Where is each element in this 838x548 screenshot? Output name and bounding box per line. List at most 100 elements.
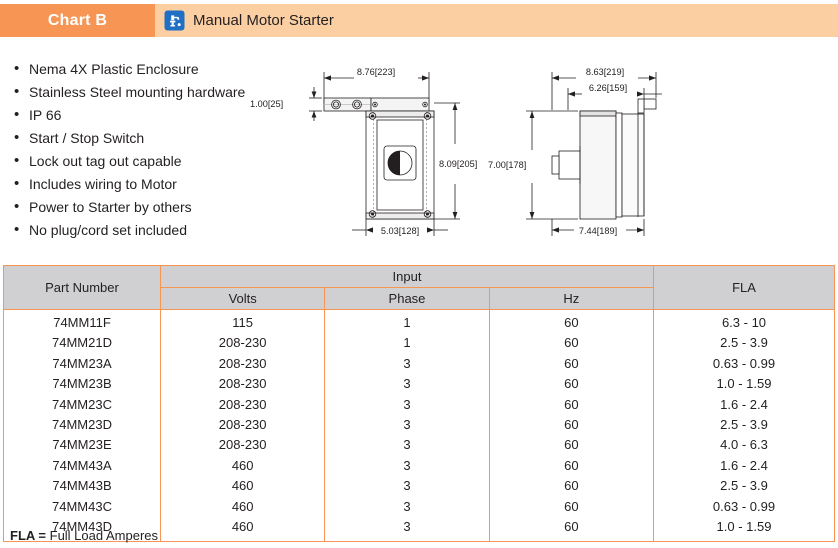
dimension-label-depth-lower: 7.44[189] [579, 226, 617, 236]
footnote: FLA = Full Load Amperes [10, 528, 158, 543]
cell-volts: 460 [159, 455, 326, 477]
column-header-fla: FLA [653, 265, 835, 310]
chart-tab: Chart B [0, 4, 155, 37]
table-row: 74MM23A 208-230 3 60 0.63 - 0.99 [3, 353, 835, 375]
cell-hz: 60 [488, 517, 655, 543]
cell-hz: 60 [488, 415, 655, 436]
cell-volts: 460 [159, 517, 326, 543]
table-row: 74MM23E 208-230 3 60 4.0 - 6.3 [3, 435, 835, 456]
table-row: 74MM43B 460 3 60 2.5 - 3.9 [3, 476, 835, 497]
chart-header-bar: Chart B Manual Motor Starter [0, 4, 838, 37]
table-row: 74MM21D 208-230 1 60 2.5 - 3.9 [3, 333, 835, 354]
cell-hz: 60 [488, 394, 655, 416]
cell-volts: 460 [159, 476, 326, 497]
front-view-drawing: 8.76[223] 1.00[25] 8.09[205] 5.03[128] [246, 58, 494, 238]
table-row: 74MM23B 208-230 3 60 1.0 - 1.59 [3, 374, 835, 395]
cell-fla: 1.6 - 2.4 [653, 455, 835, 477]
cell-phase: 3 [324, 374, 490, 395]
list-item: Lock out tag out capable [14, 149, 270, 173]
cell-hz: 60 [488, 435, 655, 456]
dimension-label-depth-overall: 8.63[219] [586, 67, 624, 77]
column-header-phase: Phase [324, 287, 490, 310]
feature-list: Nema 4X Plastic Enclosure Stainless Stee… [14, 57, 270, 242]
chart-tab-label: Chart B [47, 11, 108, 29]
cell-phase: 3 [324, 517, 490, 543]
cell-fla: 1.0 - 1.59 [653, 374, 835, 395]
cell-fla: 0.63 - 0.99 [653, 496, 835, 518]
column-header-volts: Volts [159, 287, 326, 310]
cell-phase: 3 [324, 476, 490, 497]
cell-volts: 208-230 [159, 394, 326, 416]
table-row: 74MM43A 460 3 60 1.6 - 2.4 [3, 455, 835, 477]
cell-part-number: 74MM23A [3, 353, 161, 375]
dimension-label-height-overall: 8.09[205] [439, 159, 477, 169]
cell-fla: 2.5 - 3.9 [653, 415, 835, 436]
table-row: 74MM23C 208-230 3 60 1.6 - 2.4 [3, 394, 835, 416]
cell-fla: 1.0 - 1.59 [653, 517, 835, 543]
cell-phase: 1 [324, 309, 490, 334]
faucet-icon [164, 10, 185, 31]
list-item: Power to Starter by others [14, 195, 270, 219]
cell-volts: 208-230 [159, 333, 326, 354]
cell-fla: 2.5 - 3.9 [653, 476, 835, 497]
table-row: 74MM43C 460 3 60 0.63 - 0.99 [3, 496, 835, 518]
cell-phase: 3 [324, 496, 490, 518]
cell-phase: 3 [324, 455, 490, 477]
footnote-equals: = [34, 528, 50, 543]
cell-part-number: 74MM23E [3, 435, 161, 456]
cell-fla: 2.5 - 3.9 [653, 333, 835, 354]
footnote-abbreviation: FLA [10, 528, 35, 543]
specification-table: Part Number Input FLA Volts Phase Hz 74M… [3, 265, 835, 543]
list-item: No plug/cord set included [14, 218, 270, 242]
cell-volts: 208-230 [159, 435, 326, 456]
cell-hz: 60 [488, 476, 655, 497]
column-header-part-number: Part Number [3, 265, 161, 310]
cell-volts: 208-230 [159, 415, 326, 436]
cell-part-number: 74MM23B [3, 374, 161, 395]
cell-fla: 1.6 - 2.4 [653, 394, 835, 416]
dimension-label-width-overall: 8.76[223] [357, 67, 395, 77]
page-title: Manual Motor Starter [193, 12, 334, 29]
cell-phase: 1 [324, 333, 490, 354]
dimension-label-body-width: 5.03[128] [381, 226, 419, 236]
cell-fla: 6.3 - 10 [653, 309, 835, 334]
list-item: Start / Stop Switch [14, 126, 270, 150]
list-item: Stainless Steel mounting hardware [14, 80, 270, 104]
cell-volts: 115 [159, 309, 326, 334]
column-group-header-input: Input [160, 265, 654, 288]
cell-part-number: 74MM43B [3, 476, 161, 497]
dimension-label-height-side: 7.00[178] [488, 160, 526, 170]
dimension-label-depth-body: 6.26[159] [589, 83, 627, 93]
list-item: Nema 4X Plastic Enclosure [14, 57, 270, 81]
cell-phase: 3 [324, 435, 490, 456]
cell-fla: 0.63 - 0.99 [653, 353, 835, 375]
footnote-definition: Full Load Amperes [49, 528, 159, 543]
cell-volts: 208-230 [159, 353, 326, 375]
side-view-drawing: 8.63[219] 6.26[159] 7.00[178] 7.44[189] [486, 58, 738, 238]
cell-fla: 4.0 - 6.3 [653, 435, 835, 456]
table-row: 74MM23D 208-230 3 60 2.5 - 3.9 [3, 415, 835, 436]
cell-hz: 60 [488, 374, 655, 395]
cell-hz: 60 [488, 309, 655, 334]
cell-part-number: 74MM43A [3, 455, 161, 477]
cell-hz: 60 [488, 353, 655, 375]
list-item: IP 66 [14, 103, 270, 127]
cell-part-number: 74MM43C [3, 496, 161, 518]
cell-part-number: 74MM21D [3, 333, 161, 354]
cell-hz: 60 [488, 496, 655, 518]
cell-phase: 3 [324, 415, 490, 436]
cell-hz: 60 [488, 455, 655, 477]
cell-part-number: 74MM11F [3, 309, 161, 334]
table-row: 74MM11F 115 1 60 6.3 - 10 [3, 309, 835, 334]
cell-hz: 60 [488, 333, 655, 354]
chart-title-area: Manual Motor Starter [155, 4, 838, 37]
table-header-row-group: Part Number Input FLA [3, 265, 835, 310]
cell-volts: 208-230 [159, 374, 326, 395]
table-body: 74MM11F 115 1 60 6.3 - 10 74MM21D 208-23… [3, 309, 835, 543]
cell-phase: 3 [324, 394, 490, 416]
list-item: Includes wiring to Motor [14, 172, 270, 196]
cell-phase: 3 [324, 353, 490, 375]
cell-part-number: 74MM23D [3, 415, 161, 436]
cell-volts: 460 [159, 496, 326, 518]
dimension-label-flange-height: 1.00[25] [250, 99, 283, 109]
